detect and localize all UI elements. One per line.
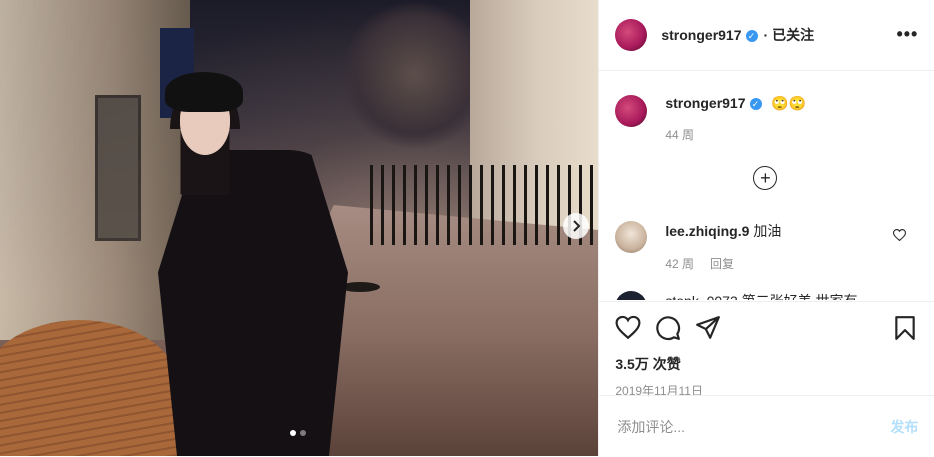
person-cap <box>165 72 243 112</box>
post-modal: stronger917 ✓ · 已关注 ••• stronger917 ✓ 🙄🙄 44… <box>0 0 934 456</box>
commenter-avatar[interactable] <box>615 221 648 253</box>
verified-badge-icon: ✓ <box>745 29 758 42</box>
load-more-comments-button[interactable]: + <box>753 166 778 190</box>
partial-comment-text: stonk_0073 第二张好美 世家有 <box>665 291 857 300</box>
caption-username[interactable]: stronger917 <box>665 95 745 111</box>
caption: stronger917 ✓ 🙄🙄 44 周 <box>615 95 806 143</box>
chevron-right-icon <box>573 220 581 232</box>
comment-age: 42 周 <box>665 257 695 271</box>
comment-username[interactable]: lee.zhiqing.9 <box>665 223 749 239</box>
bookmark-icon[interactable] <box>892 315 918 341</box>
person-coat <box>158 150 348 456</box>
add-comment-bar: 发布 <box>599 395 934 457</box>
follow-status[interactable]: · 已关注 <box>764 27 815 43</box>
comment-item-partial: stonk_0073 第二张好美 世家有 <box>615 291 858 300</box>
tree <box>340 0 490 150</box>
caption-avatar[interactable] <box>615 95 648 127</box>
caption-text: 🙄🙄 <box>771 95 807 111</box>
author-username[interactable]: stronger917 <box>661 27 741 43</box>
more-options-icon[interactable]: ••• <box>896 24 918 45</box>
action-icons <box>599 302 934 354</box>
post-side-panel: stronger917 ✓ · 已关注 ••• stronger917 ✓ 🙄🙄 44… <box>598 0 934 456</box>
wooden-deck <box>0 320 180 456</box>
comments-section: stronger917 ✓ 🙄🙄 44 周 + lee.zhiqing.9 加油 4… <box>599 71 934 300</box>
comment-text-block: lee.zhiqing.9 加油 42 周 回复 <box>665 221 781 272</box>
comment-meta: 42 周 回复 <box>665 255 781 272</box>
comment-input[interactable] <box>615 417 870 436</box>
comment-text: 加油 <box>753 223 782 239</box>
post-photo[interactable] <box>0 0 599 456</box>
share-icon[interactable] <box>695 315 721 341</box>
comment-line: lee.zhiqing.9 加油 <box>665 221 781 241</box>
next-photo-button[interactable] <box>563 213 589 239</box>
heart-icon[interactable] <box>615 315 641 341</box>
caption-line: stronger917 ✓ 🙄🙄 <box>665 95 806 112</box>
post-header: stronger917 ✓ · 已关注 ••• <box>599 0 934 71</box>
window <box>95 95 141 241</box>
caption-text-block: stronger917 ✓ 🙄🙄 44 周 <box>665 95 806 143</box>
reply-button[interactable]: 回复 <box>710 257 734 271</box>
caption-age: 44 周 <box>665 128 695 142</box>
carousel-dot <box>300 430 306 436</box>
like-comment-icon[interactable] <box>893 229 907 241</box>
carousel-indicator <box>290 430 306 436</box>
post-actions: 3.5万 次赞 2019年11月11日 <box>599 301 934 399</box>
author-info: stronger917 ✓ · 已关注 <box>661 25 814 45</box>
author-avatar[interactable] <box>615 19 648 51</box>
comment-item: lee.zhiqing.9 加油 42 周 回复 <box>615 221 918 272</box>
commenter-avatar[interactable] <box>615 291 648 300</box>
likes-count[interactable]: 3.5万 次赞 <box>599 354 934 374</box>
comment-icon[interactable] <box>655 315 681 341</box>
carousel-dot-active <box>290 430 296 436</box>
verified-badge-icon: ✓ <box>749 98 762 111</box>
post-comment-button[interactable]: 发布 <box>890 417 918 437</box>
